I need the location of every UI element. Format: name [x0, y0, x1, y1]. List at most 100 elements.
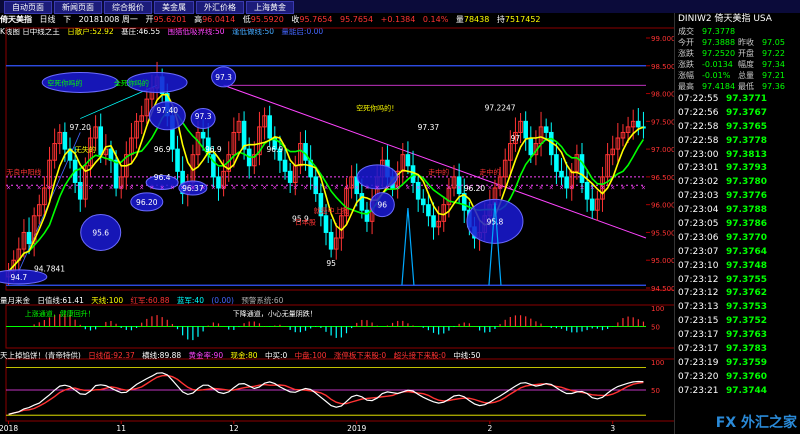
panel3-legend-item: 天上掉馅饼！(青帝特供)	[0, 351, 81, 360]
cross-marker: ×	[78, 184, 83, 191]
panel3-legend-item: 横线:89.88	[142, 351, 182, 360]
spike-marker	[401, 207, 415, 286]
panel2-legend-item: 日值线:61.41	[37, 296, 84, 305]
price-annotation: 96.9	[154, 145, 171, 154]
price-annotation: 96.9	[205, 145, 222, 154]
candle-body	[554, 154, 559, 172]
cross-marker: ×	[242, 184, 247, 191]
quote-key: 涨跌	[678, 60, 694, 69]
cross-marker: ×	[436, 184, 441, 191]
price-annotation: 95	[326, 259, 336, 268]
panel3-legend-item: 中买:0	[264, 351, 288, 360]
cross-marker: ×	[252, 184, 257, 191]
tick-row: 07:22:55 97.3771	[675, 93, 800, 107]
quote-value: 97.05	[762, 38, 785, 47]
panel2-note: 上涨通道，健康回升！	[25, 309, 95, 318]
tick-time: 07:23:13	[678, 302, 719, 313]
x-tick-label: 3	[610, 424, 615, 433]
tick-row: 07:23:20 97.3760	[675, 371, 800, 385]
cross-marker: ×	[508, 184, 513, 191]
quote-key: 今开	[678, 38, 694, 47]
candle-body	[636, 120, 641, 128]
quote-key: 总量	[738, 71, 754, 80]
cross-marker: ×	[16, 184, 21, 191]
tick-time: 07:23:15	[678, 316, 719, 327]
cross-marker: ×	[610, 184, 615, 191]
candle-body	[62, 131, 68, 150]
chart-note: 无良中阳线	[6, 167, 41, 176]
price-annotation: 96.20	[464, 184, 486, 193]
tick-time: 07:22:56	[678, 107, 719, 118]
cross-marker: ×	[139, 184, 144, 191]
chart-note: 全死你吗的	[114, 78, 149, 87]
tick-price: 97.3755	[726, 274, 767, 285]
cross-marker: ×	[426, 184, 431, 191]
x-tick-label: 11	[116, 424, 126, 433]
tick-row: 07:22:58 97.3778	[675, 135, 800, 149]
price-annotation: 94.7	[10, 273, 27, 282]
cross-marker: ×	[579, 184, 584, 191]
tick-row: 07:23:01 97.3793	[675, 162, 800, 176]
tick-row: 07:23:10 97.3748	[675, 260, 800, 274]
price-annotation: 96.4	[154, 173, 171, 182]
cross-marker: ×	[344, 184, 349, 191]
cross-marker: ×	[446, 184, 451, 191]
quote-key: 最高	[678, 82, 694, 91]
price-annotation: 96	[378, 201, 388, 210]
panel2-y-tick: 100	[651, 305, 664, 313]
price-annotation: 97.40	[157, 106, 179, 115]
panel3-legend-item: 中线:50	[453, 351, 481, 360]
tick-row: 07:23:12 97.3755	[675, 274, 800, 288]
tick-time: 07:22:55	[678, 94, 719, 104]
cross-marker: ×	[160, 184, 165, 191]
cross-marker: ×	[119, 184, 124, 191]
quote-value: 97.3888	[702, 38, 736, 47]
cross-marker: ×	[385, 184, 390, 191]
price-annotation: 97.3	[215, 73, 232, 82]
candle-body	[410, 165, 416, 183]
tick-time: 07:22:58	[678, 121, 719, 132]
candle-body	[216, 176, 221, 189]
cross-marker: ×	[528, 184, 533, 191]
quote-key: 开盘	[738, 49, 754, 58]
cross-marker: ×	[559, 184, 564, 191]
chart-note: 空死你吗的	[47, 78, 82, 87]
quote-value: 97.2520	[702, 49, 736, 58]
tick-price: 97.3764	[726, 246, 767, 257]
quote-title: DINIW2 倚天美指 USA	[678, 14, 772, 24]
price-annotation: 95.6	[92, 228, 109, 237]
chart-note: 就是中上扬	[314, 206, 349, 215]
tick-time: 07:23:07	[678, 246, 719, 257]
panel2-legend-item: 天线:100	[91, 296, 124, 305]
tick-price: 97.3771	[726, 94, 767, 104]
candle-body	[113, 159, 119, 189]
candle-body	[303, 143, 308, 161]
candle-body	[359, 193, 365, 211]
cross-marker: ×	[600, 184, 605, 191]
panel3-legend-item: 涨停板下来股:0	[333, 351, 387, 360]
candle-body	[420, 198, 426, 206]
quote-value: 97.4184	[702, 82, 736, 91]
candle-body	[364, 209, 370, 222]
candle-body	[200, 131, 206, 139]
quote-value: -0.0134	[702, 60, 733, 69]
tick-price: 97.3767	[726, 107, 767, 118]
quote-value: 97.22	[762, 49, 785, 58]
tick-price: 97.3760	[726, 371, 767, 382]
cross-marker: ×	[620, 184, 625, 191]
cross-marker: ×	[129, 184, 134, 191]
price-annotation: 97.2247	[485, 103, 516, 112]
tick-time: 07:23:10	[678, 260, 719, 271]
x-tick-label: 2018	[0, 424, 18, 433]
tick-price: 97.3759	[726, 357, 767, 368]
chart-note: 日本股	[295, 217, 316, 226]
tick-row: 07:23:06 97.3770	[675, 232, 800, 246]
cross-marker: ×	[262, 184, 267, 191]
tick-price: 97.3744	[726, 385, 767, 396]
tick-time: 07:23:00	[678, 149, 719, 160]
tick-time: 07:23:06	[678, 232, 719, 243]
candle-body	[564, 176, 569, 189]
cross-marker: ×	[498, 184, 503, 191]
quote-key	[738, 26, 762, 37]
cross-marker: ×	[323, 184, 328, 191]
